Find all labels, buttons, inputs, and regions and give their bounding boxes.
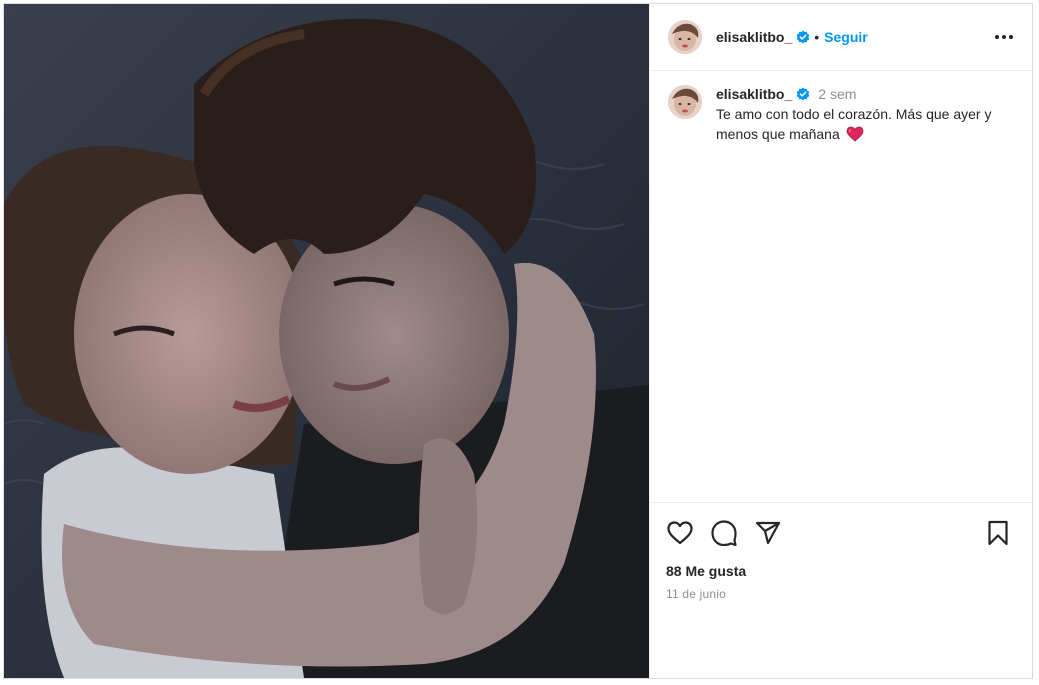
post-sidebar: elisaklitbo_ • Seguir elisaklitbo_ 2 sem… [649, 4, 1032, 678]
caption: elisaklitbo_ 2 sem Te amo con todo el co… [668, 85, 1016, 147]
comments-section: elisaklitbo_ 2 sem Te amo con todo el co… [650, 71, 1032, 502]
post-header: elisaklitbo_ • Seguir [650, 4, 1032, 71]
caption-text: Te amo con todo el corazón. Más que ayer… [716, 104, 1016, 147]
avatar[interactable] [668, 20, 702, 54]
post-photo [4, 4, 649, 678]
separator-dot: • [814, 29, 820, 45]
comment-icon[interactable] [710, 519, 738, 547]
likes-count[interactable]: 88 Me gusta [666, 563, 1016, 579]
verified-badge-icon [796, 30, 810, 44]
caption-username[interactable]: elisaklitbo_ [716, 86, 792, 102]
share-icon[interactable] [754, 519, 782, 547]
post-actions-section: 88 Me gusta 11 de junio [650, 502, 1032, 678]
post-image[interactable] [4, 4, 649, 678]
caption-time[interactable]: 2 sem [818, 86, 856, 102]
follow-button[interactable]: Seguir [824, 29, 868, 45]
more-options-icon[interactable] [992, 25, 1016, 49]
username[interactable]: elisaklitbo_ [716, 29, 792, 45]
verified-badge-icon [796, 87, 810, 101]
caption-avatar[interactable] [668, 85, 702, 119]
heart-icon[interactable] [666, 519, 694, 547]
red-heart-emoji-icon [846, 126, 864, 147]
post-dialog: elisaklitbo_ • Seguir elisaklitbo_ 2 sem… [3, 3, 1033, 679]
bookmark-icon[interactable] [984, 519, 1012, 547]
action-bar [666, 517, 1016, 549]
post-date[interactable]: 11 de junio [666, 587, 1016, 601]
